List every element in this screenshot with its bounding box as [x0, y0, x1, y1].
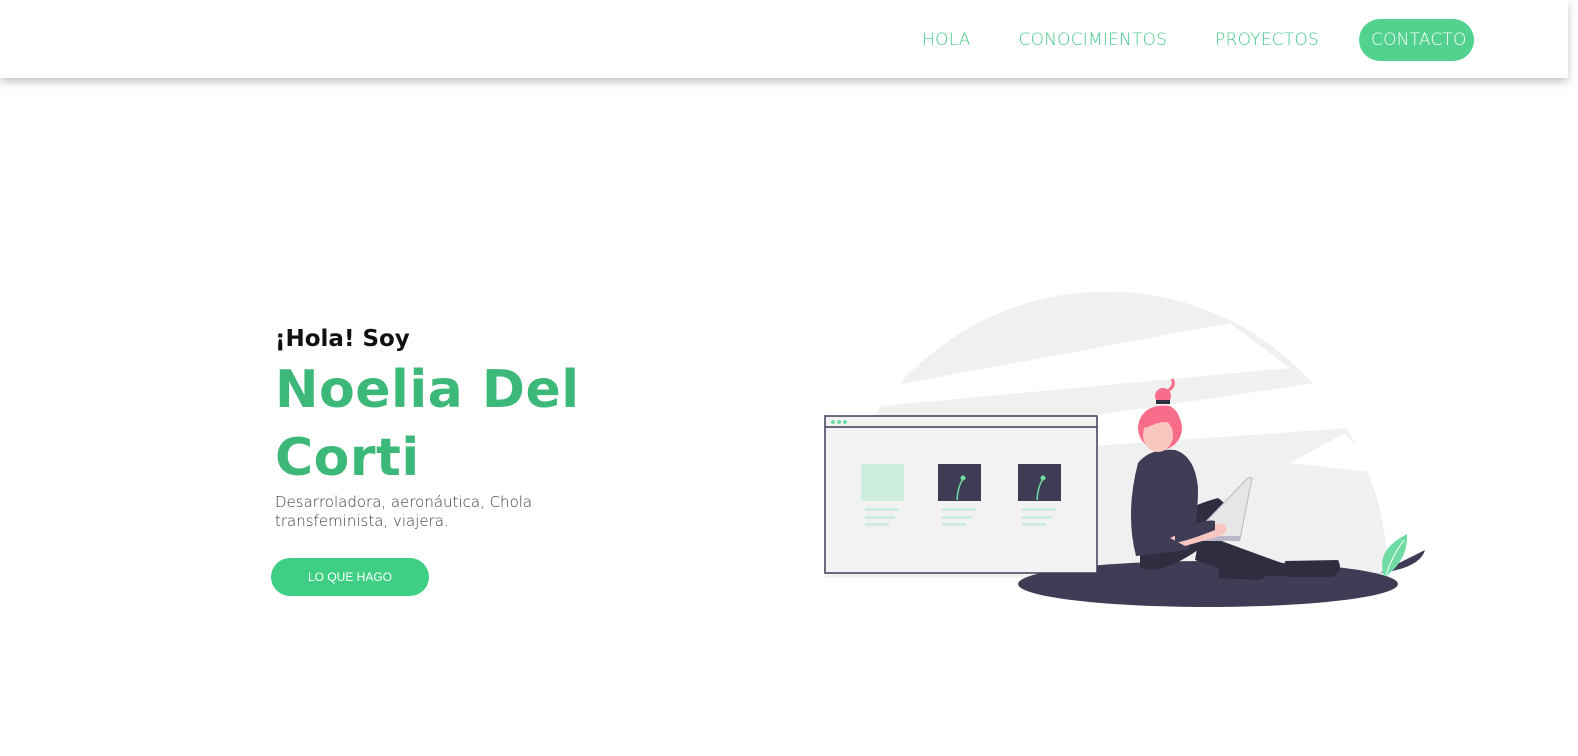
lo-que-hago-button[interactable]: LO QUE HAGO — [271, 558, 429, 596]
hero-name-line1: Noelia Del — [275, 360, 580, 420]
hero-greeting: ¡Hola! Soy — [275, 326, 410, 352]
nav-contact-button[interactable]: CONTACTO — [1359, 19, 1474, 61]
hero-name-line2: Corti — [275, 428, 420, 488]
nav-link-hola[interactable]: HOLA — [922, 30, 970, 50]
leaf-icon — [1380, 534, 1425, 576]
person-with-laptop-illustration — [824, 291, 1425, 607]
nav-link-proyectos[interactable]: PROYECTOS — [1215, 30, 1319, 50]
nav-links: HOLA CONOCIMIENTOS PROYECTOS CONTACTO — [874, 19, 1474, 61]
hero-subtitle: Desarroladora, aeronáutica, Chola transf… — [275, 493, 533, 530]
hero-intro: ¡Hola! Soy Noelia Del Corti Desarrolador… — [275, 322, 695, 531]
nav-link-conocimientos[interactable]: CONOCIMIENTOS — [1019, 30, 1168, 50]
top-navbar: HOLA CONOCIMIENTOS PROYECTOS CONTACTO — [0, 0, 1568, 78]
